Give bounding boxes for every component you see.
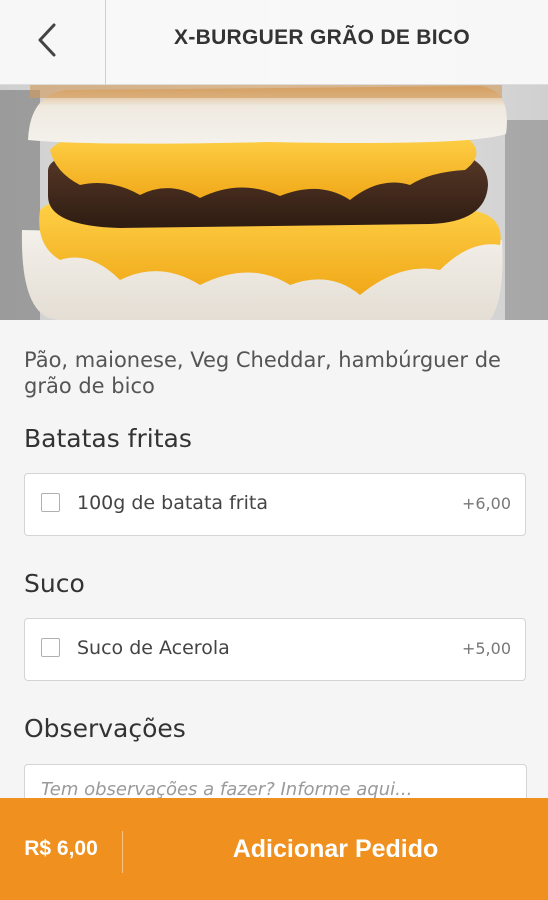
option-price: +6,00 bbox=[461, 494, 511, 513]
option-label: 100g de batata frita bbox=[77, 492, 268, 514]
top-bar: X-BURGUER GRÃO DE BICO bbox=[0, 0, 548, 85]
checkbox[interactable] bbox=[41, 638, 60, 657]
section-title-batatas: Batatas fritas bbox=[24, 424, 192, 453]
option-label: Suco de Acerola bbox=[77, 637, 230, 659]
product-description: Pão, maionese, Veg Cheddar, hambúrguer d… bbox=[24, 348, 501, 398]
section-title-observacoes: Observações bbox=[24, 714, 186, 743]
back-button[interactable] bbox=[0, 0, 106, 84]
chevron-left-icon bbox=[38, 22, 60, 62]
checkbox[interactable] bbox=[41, 493, 60, 512]
order-total: R$ 6,00 bbox=[24, 837, 98, 860]
page-title: X-BURGUER GRÃO DE BICO bbox=[174, 26, 470, 49]
section-title-suco: Suco bbox=[24, 569, 85, 598]
option-suco-acerola[interactable]: Suco de Acerola +5,00 bbox=[24, 618, 526, 681]
add-order-button[interactable]: Adicionar Pedido bbox=[123, 798, 548, 900]
option-batata-frita[interactable]: 100g de batata frita +6,00 bbox=[24, 473, 526, 536]
bottom-bar: R$ 6,00 Adicionar Pedido bbox=[0, 798, 548, 900]
option-price: +5,00 bbox=[461, 639, 511, 658]
